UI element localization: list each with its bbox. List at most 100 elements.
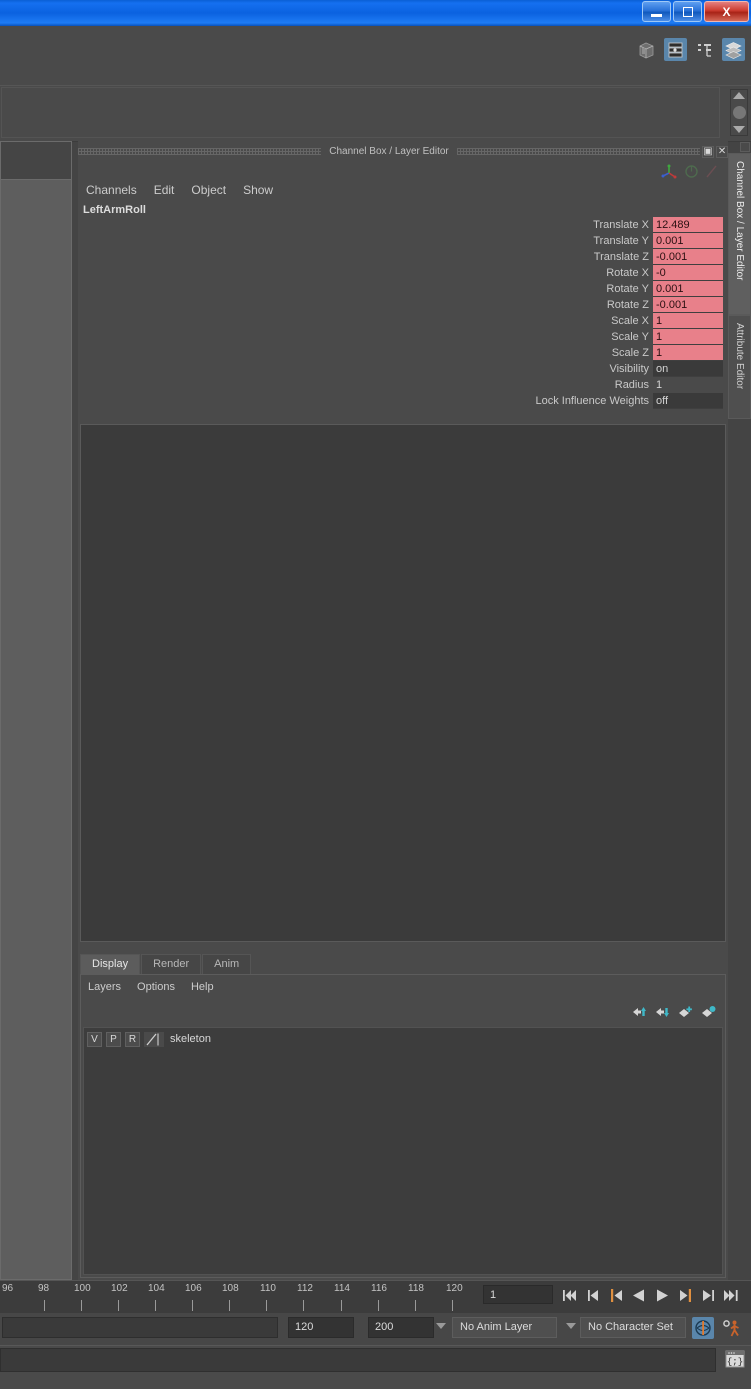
channel-box-title-bar[interactable]: Channel Box / Layer Editor ▣ ✕	[78, 144, 729, 159]
left-tool-panel	[0, 141, 72, 1280]
channel-box-layer-editor-icon[interactable]	[722, 38, 745, 61]
step-back-keyframe-button[interactable]	[583, 1286, 603, 1306]
menu-edit[interactable]: Edit	[154, 183, 175, 197]
menu-help[interactable]: Help	[191, 981, 214, 993]
create-layer-from-selected-icon[interactable]	[678, 1005, 693, 1022]
hypergraph-icon[interactable]	[664, 38, 687, 61]
shelf-vertical-scrollbar[interactable]	[730, 89, 748, 136]
step-forward-keyframe-button[interactable]	[698, 1286, 718, 1306]
channel-row[interactable]: Scale Z 1	[78, 345, 728, 361]
drag-handle-right[interactable]	[456, 148, 701, 155]
channel-row[interactable]: Scale Y 1	[78, 329, 728, 345]
anim-layer-select[interactable]: No Anim Layer	[452, 1317, 557, 1338]
channel-row[interactable]: Translate Z -0.001	[78, 249, 728, 265]
scrollbar-thumb[interactable]	[732, 106, 746, 119]
channel-row[interactable]: Rotate Y 0.001	[78, 281, 728, 297]
channel-value-field[interactable]: 0.001	[653, 281, 723, 297]
command-line-input[interactable]	[0, 1348, 716, 1372]
channel-row[interactable]: Lock Influence Weights off	[78, 393, 728, 409]
create-new-layer-icon[interactable]	[701, 1005, 716, 1022]
channel-row[interactable]: Radius 1	[78, 377, 728, 393]
close-button[interactable]: X	[704, 1, 749, 22]
layer-name-label[interactable]: skeleton	[170, 1033, 211, 1045]
channel-value-field[interactable]: -0	[653, 265, 723, 281]
step-back-frame-button[interactable]	[606, 1286, 626, 1306]
channel-row[interactable]: Translate Y 0.001	[78, 233, 728, 249]
minimize-button[interactable]	[642, 1, 671, 22]
circle-icon[interactable]	[684, 164, 699, 182]
channel-value-field[interactable]: 1	[653, 345, 723, 361]
channel-box-restore-button[interactable]: ▣	[702, 145, 715, 158]
timeline-tick	[118, 1300, 119, 1311]
tab-render[interactable]: Render	[141, 954, 202, 974]
timeline-ruler[interactable]: 96 98 100 102 104 106 108 110 112 114 11…	[0, 1281, 480, 1314]
channel-value-field[interactable]: on	[653, 361, 723, 377]
play-forwards-button[interactable]	[652, 1286, 672, 1306]
scroll-down-arrow-icon[interactable]	[733, 126, 745, 133]
move-layer-down-icon[interactable]	[655, 1005, 670, 1022]
time-slider[interactable]: 96 98 100 102 104 106 108 110 112 114 11…	[0, 1280, 751, 1314]
menu-show[interactable]: Show	[243, 183, 273, 197]
menu-channels[interactable]: Channels	[86, 183, 137, 197]
manipulator-axis-icon[interactable]	[661, 163, 678, 183]
range-end-field[interactable]: 120	[288, 1317, 354, 1338]
menu-options[interactable]: Options	[137, 981, 175, 993]
timeline-tick	[415, 1300, 416, 1311]
character-set-chevron-down-icon[interactable]	[566, 1323, 576, 1329]
channel-value-field[interactable]: 0.001	[653, 233, 723, 249]
channel-row[interactable]: Rotate X -0	[78, 265, 728, 281]
channel-row[interactable]: Visibility on	[78, 361, 728, 377]
range-slider[interactable]	[2, 1317, 278, 1338]
layer-editor-tabs: Display Render Anim	[80, 953, 726, 974]
channel-value-field[interactable]: 12.489	[653, 217, 723, 233]
channel-label: Lock Influence Weights	[535, 395, 649, 407]
tab-display[interactable]: Display	[80, 954, 141, 974]
slash-icon[interactable]	[705, 164, 718, 182]
menu-object[interactable]: Object	[191, 183, 226, 197]
close-icon: X	[722, 4, 731, 19]
drag-handle-left[interactable]	[78, 148, 322, 155]
timeline-tick	[229, 1300, 230, 1311]
layer-color-swatch-icon[interactable]	[144, 1031, 164, 1047]
channel-row[interactable]: Translate X 12.489	[78, 217, 728, 233]
channel-row[interactable]: Scale X 1	[78, 313, 728, 329]
channel-value-field[interactable]: 1	[653, 329, 723, 345]
current-frame-field[interactable]: 1	[483, 1285, 553, 1304]
channel-label: Visibility	[609, 363, 649, 375]
channel-value-field[interactable]: -0.001	[653, 249, 723, 265]
layer-reference-toggle[interactable]: R	[125, 1031, 140, 1047]
play-backwards-button[interactable]	[629, 1286, 649, 1306]
shelf-strip	[0, 85, 751, 142]
auto-keyframe-icon[interactable]	[692, 1317, 714, 1339]
go-to-end-button[interactable]	[721, 1286, 741, 1306]
channel-value-field[interactable]: off	[653, 393, 723, 409]
character-set-select[interactable]: No Character Set	[580, 1317, 686, 1338]
dock-corner-button[interactable]	[740, 142, 750, 152]
layer-playback-toggle[interactable]: P	[106, 1031, 121, 1047]
timeline-tick	[452, 1300, 453, 1311]
modeling-toolkit-icon[interactable]	[635, 38, 658, 61]
layer-row[interactable]: V P R skeleton	[84, 1028, 722, 1048]
step-forward-frame-button[interactable]	[675, 1286, 695, 1306]
vtab-attribute-editor[interactable]: Attribute Editor	[728, 315, 751, 419]
layer-visibility-toggle[interactable]: V	[87, 1031, 102, 1047]
go-to-start-button[interactable]	[560, 1286, 580, 1306]
channel-row[interactable]: Rotate Z -0.001	[78, 297, 728, 313]
scroll-up-arrow-icon[interactable]	[733, 92, 745, 99]
script-editor-icon[interactable]: {;}	[723, 1348, 747, 1370]
timeline-tick	[192, 1300, 193, 1311]
anim-layer-chevron-down-icon[interactable]	[436, 1323, 446, 1329]
tab-anim[interactable]: Anim	[202, 954, 252, 974]
menu-layers[interactable]: Layers	[88, 981, 121, 993]
move-layer-up-icon[interactable]	[632, 1005, 647, 1022]
channel-box-close-button[interactable]: ✕	[716, 145, 729, 158]
vtab-channel-box-layer-editor[interactable]: Channel Box / Layer Editor	[728, 153, 751, 315]
channel-value-field[interactable]: 1	[653, 377, 723, 393]
animation-preferences-icon[interactable]	[720, 1317, 742, 1339]
channel-value-field[interactable]: -0.001	[653, 297, 723, 313]
timeline-tick	[155, 1300, 156, 1311]
outliner-icon[interactable]	[693, 38, 716, 61]
maximize-restore-button[interactable]	[673, 1, 702, 22]
channel-value-field[interactable]: 1	[653, 313, 723, 329]
playback-end-field[interactable]: 200	[368, 1317, 434, 1338]
